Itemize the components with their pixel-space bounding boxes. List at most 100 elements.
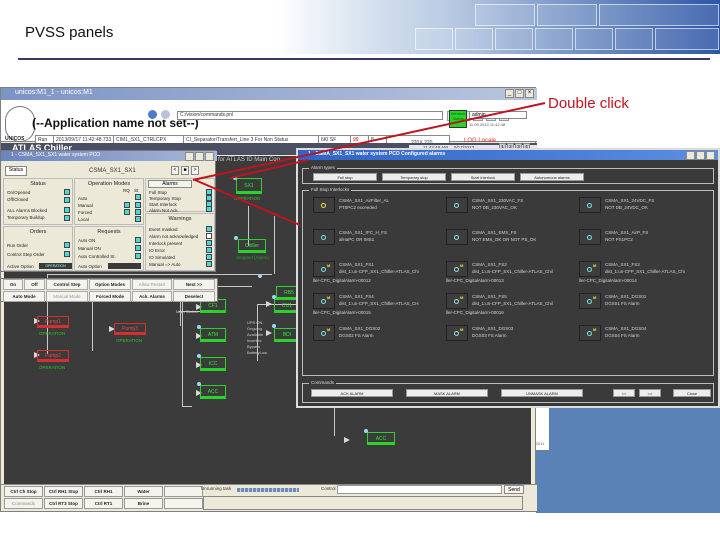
log-area[interactable] [203,496,523,510]
alarm-item[interactable]: M CSMA_SX1_FS2 dist_1:un-CFP_SX1_Chiller-A… [446,261,566,283]
control-step-button[interactable]: Control Step [46,279,88,290]
bottom-button[interactable]: Ctrl RT1 [84,498,123,509]
alarm-status-icon[interactable]: M [579,325,601,341]
bottom-button[interactable]: Ctrl RH1 Stop [44,486,83,497]
alarm-item[interactable]: M CSMA_SX1_FS4 dist_1:un-CFP_SX1_Chiller-A… [313,293,433,315]
allow-restart-button[interactable]: Allow Restart [132,279,172,290]
minimize-button[interactable] [686,151,695,160]
bottom-button[interactable]: Ctrl Ch Stop [4,486,43,497]
forward-icon[interactable] [160,109,171,120]
close-alarms-button[interactable]: Close [673,389,711,397]
alarm-item[interactable]: CSMA_SX1_EMS_FS NOT EMS_OK OR NOT PS_OK [446,229,566,247]
alarm-item[interactable]: M CSMA_SX1_DGS04 DGS04 FS Alarm [579,325,699,343]
node-pump2[interactable]: Pump2 [37,350,69,362]
alarm-status-icon[interactable] [446,229,468,245]
alarm-status-icon[interactable] [579,229,601,245]
alarm-item[interactable]: M CSMA_SX1_FS5 dist_1:un-CFP_SX1_Chiller-A… [446,293,566,315]
close-button[interactable] [706,151,715,160]
order-label: Run Order [7,243,29,248]
alarm-status-icon[interactable] [313,229,335,245]
ack-alarm-button[interactable]: ACK ALARM [311,389,393,397]
next-page-button[interactable]: >> [639,389,661,397]
node-sx1[interactable]: SX1 [236,178,262,194]
close-button[interactable]: × [525,89,534,98]
maximize-button[interactable] [195,152,204,161]
bottom-button[interactable]: Commands [4,498,43,509]
panel-path-dropdown[interactable]: C:/vision/commands.pnl [177,111,443,120]
minimize-button[interactable]: _ [505,89,514,98]
tab-status[interactable]: Status [5,166,27,176]
alarms-button[interactable]: Alarms [148,180,192,188]
full-stop-button[interactable]: Full stop [313,173,377,181]
off-button[interactable]: Off [24,279,45,290]
alarm-window-titlebar[interactable]: 1 - CSMA_SX1_SX1 water system PCO Config… [298,150,718,160]
user-field[interactable]: admin [469,111,527,119]
unmask-alarm-button[interactable]: UNMASK ALARM [501,389,583,397]
main-window-titlebar[interactable]: unicos:M1_1 - unicos:M1 _ □ × [1,88,537,100]
alarm-item[interactable]: M CSMA_SX1_DGS02 DGS02 FS Alarm [313,325,433,343]
auto-mode-button[interactable]: Auto Mode [3,291,45,302]
warning-label: Manual => Auto [149,262,181,267]
bottom-button[interactable]: Brine [124,498,163,509]
back-icon[interactable] [147,109,158,120]
mask-alarm-button[interactable]: MASK ALARM [406,389,488,397]
bottom-button[interactable]: Ctrl RH1 [84,486,123,497]
manual-mode-button[interactable]: Manual Mode [46,291,88,302]
alarm-item[interactable]: CSMA_SX1_AirFilter_AL PT0PC2 exceeded [313,197,433,215]
alarm-status-icon[interactable]: M [313,261,335,277]
command-input[interactable] [337,485,502,494]
minimize-button[interactable] [185,152,194,161]
forced-mode-button[interactable]: Forced Mode [89,291,131,302]
alarm-status-icon[interactable]: M [446,261,468,277]
ack-alarms-button[interactable]: Ack. Alarms [132,291,172,302]
on-button[interactable]: On [3,279,23,290]
alarm-item[interactable]: M CSMA_SX1_DGS03 DGS03 FS Alarm [446,325,566,343]
ups-status-item: BatteryLow [247,350,268,355]
previous-page-button[interactable]: << [613,389,635,397]
node-icc[interactable]: ICC [200,357,226,371]
node-atm[interactable]: ATM [200,328,226,342]
alarm-item[interactable]: CSMA_SX1_230VAC_FS NOT DB_230VAC_OK [446,197,566,215]
alarm-status-icon[interactable]: M [313,293,335,309]
device-command-bar: On Off Control Step Option Modes Allow R… [0,278,218,302]
alarm-active-icon[interactable] [313,197,335,213]
alarm-status-icon[interactable] [446,197,468,213]
window-status-indicator[interactable]: Window Status [449,110,467,128]
alarm-status-icon[interactable]: M [579,293,601,309]
send-button[interactable]: Send [504,485,524,494]
temporary-stop-button[interactable]: Temporary stop [382,173,446,181]
option-modes-button[interactable]: Option Modes [89,279,131,290]
close-button[interactable] [205,152,214,161]
bottom-button[interactable]: Ctrl RT3 Stop [44,498,83,509]
node-chiller[interactable]: Chiller [238,239,266,253]
maximize-button[interactable] [696,151,705,160]
alarm-item[interactable]: CSMA_SX1_IPC_H_FS alHaPC OR IMS1 [313,229,433,247]
bottom-button[interactable] [164,486,203,497]
node-acc-2[interactable]: ACC [367,432,395,445]
alarm-item[interactable]: M CSMA_SX1_FS1 dist_1:un-CFP_SX1_Chiller-A… [313,261,433,283]
alarm-status-icon[interactable] [579,197,601,213]
next-device-button[interactable]: > [191,166,199,175]
alarm-status-icon[interactable]: M [579,261,601,277]
alarm-status-icon[interactable]: M [446,293,468,309]
start-interlock-button[interactable]: Start interlock [451,173,515,181]
stop-button[interactable]: ■ [181,166,189,175]
bottom-button[interactable] [164,498,203,509]
maximize-button[interactable]: □ [515,89,524,98]
bottom-button[interactable]: Water [124,486,163,497]
alarm-status-icon[interactable]: M [446,325,468,341]
alarm-item[interactable]: M CSMA_SX1_DGS01 DGS01 FS Alarm [579,293,699,311]
previous-device-button[interactable]: < [171,166,179,175]
deselect-button[interactable]: Deselect [173,291,215,302]
autonomous-alarms-button[interactable]: Autonomous alarms [520,173,584,181]
node-pump1[interactable]: Pump1 [37,316,69,328]
alarm-item[interactable]: CSMA_SX1_AirP_FS NOT PS1PC2 [579,229,699,247]
node-pump3[interactable]: Pump3 [114,323,146,335]
device-window-titlebar[interactable]: 1 - CSMA_SX1_SX1 water system PCO [1,151,217,161]
next-button[interactable]: Next >> [173,279,215,290]
alarm-name: CSMA_SX1_230VAC_FS [472,198,524,203]
alarm-item[interactable]: M CSMA_SX1_FS3 dist_1:un-CFP_SX1_Chiller-A… [579,261,699,283]
node-acc[interactable]: ACC [200,385,226,399]
alarm-status-icon[interactable]: M [313,325,335,341]
alarm-item[interactable]: CSMA_SX1_24VDC_FS NOT DB_24VDC_OK [579,197,699,215]
